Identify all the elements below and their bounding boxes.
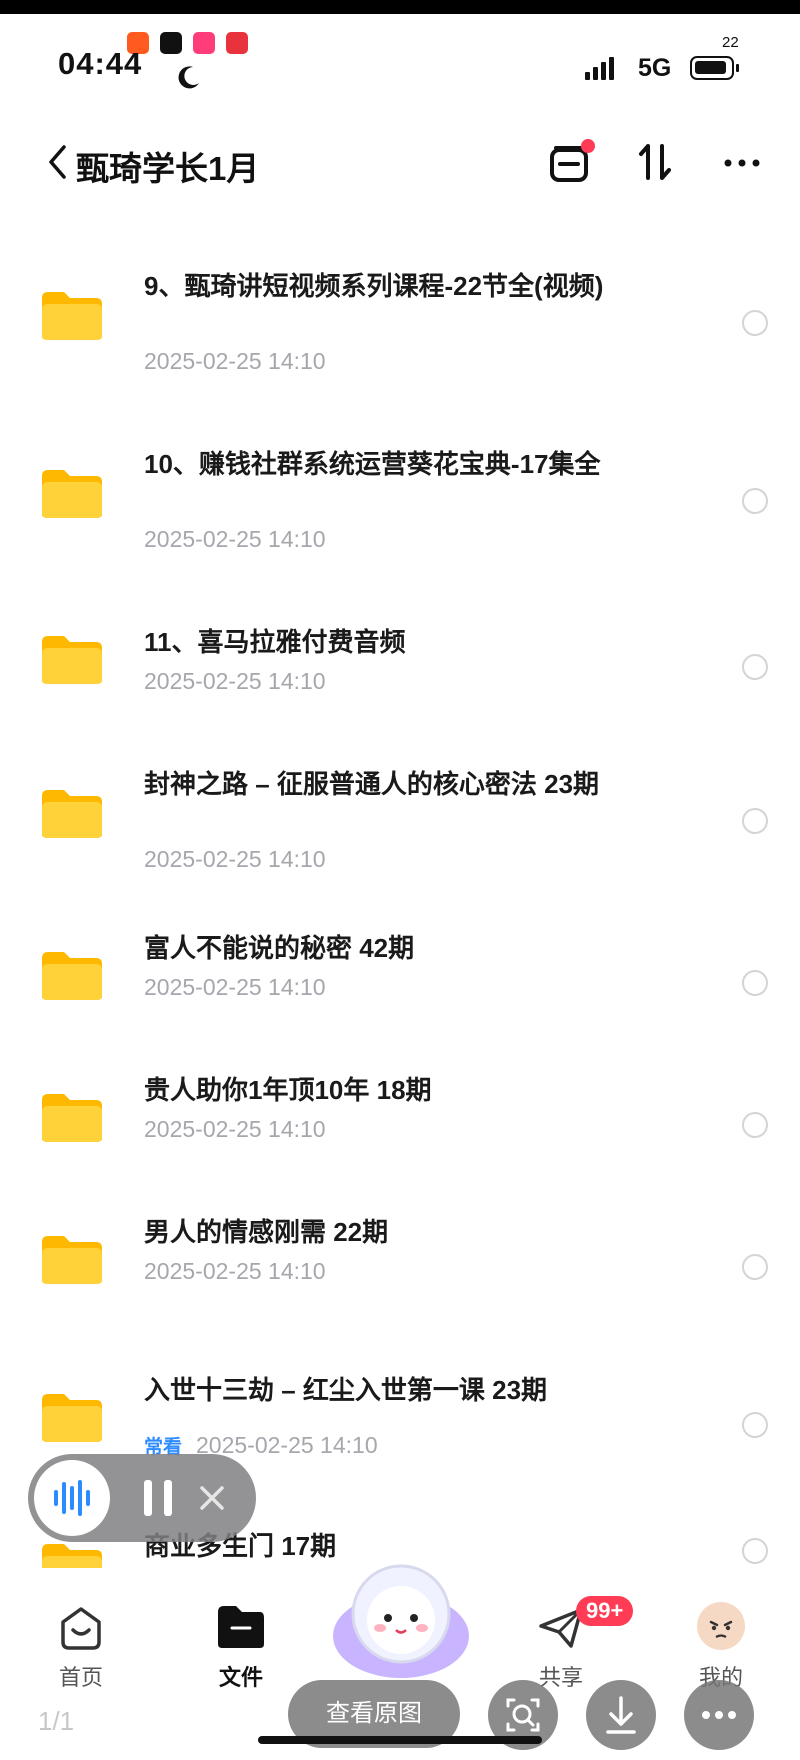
audio-wave-button[interactable] (34, 1460, 110, 1536)
select-radio[interactable] (742, 1412, 768, 1438)
folder-date: 2025-02-25 14:10 (144, 668, 326, 694)
folder-icon (42, 1094, 102, 1142)
folder-date: 2025-02-25 14:10 (144, 1116, 326, 1142)
select-radio[interactable] (742, 1112, 768, 1138)
audio-wave-icon (54, 1480, 90, 1516)
nav-files-label: 文件 (218, 1665, 263, 1690)
page-title: 甄琦学长1月 (76, 150, 260, 187)
home-indicator[interactable] (258, 1736, 542, 1744)
folder-name: 11、喜马拉雅付费音频 (144, 627, 406, 657)
select-radio[interactable] (742, 808, 768, 834)
folder-name: 封神之路 – 征服普通人的核心密法 23期 (144, 769, 600, 799)
select-radio[interactable] (742, 488, 768, 514)
nav-files[interactable]: 文件 (186, 1574, 296, 1690)
select-radio[interactable] (742, 654, 768, 680)
download-icon (606, 1696, 636, 1734)
home-icon (61, 1607, 101, 1650)
select-radio[interactable] (742, 1254, 768, 1280)
signal-icon (585, 54, 614, 80)
avatar (697, 1602, 745, 1650)
app-notification-icon (226, 32, 248, 54)
nav-mine[interactable]: 我的 (666, 1574, 776, 1690)
sort-icon[interactable] (636, 138, 676, 186)
nav-home-label: 首页 (58, 1665, 103, 1690)
folder-name: 10、赚钱社群系统运营葵花宝典-17集全 (144, 449, 601, 479)
folder-icon (42, 952, 102, 1000)
tiktok-notification-icon (160, 32, 182, 54)
status-time: 04:44 (58, 46, 143, 81)
back-arrow-icon[interactable] (46, 144, 68, 180)
network-type: 5G (638, 54, 672, 82)
moon-icon (178, 66, 199, 89)
more-icon (702, 1711, 736, 1719)
app-notification-icon (193, 32, 215, 54)
folder-date: 2025-02-25 14:10 (196, 1432, 378, 1458)
select-radio[interactable] (742, 310, 768, 336)
folder-date: 2025-02-25 14:10 (144, 974, 326, 1000)
more-icon[interactable] (720, 138, 764, 186)
battery-icon (690, 56, 739, 80)
pause-icon[interactable] (138, 1478, 178, 1518)
close-icon[interactable] (196, 1482, 228, 1514)
folder-icon (42, 470, 102, 518)
folder-date: 2025-02-25 14:10 (144, 846, 326, 872)
files-icon (218, 1606, 264, 1648)
folder-name: 男人的情感刚需 22期 (144, 1217, 389, 1247)
mascot-icon (333, 1564, 469, 1678)
folder-name: 9、甄琦讲短视频系列课程-22节全(视频) (144, 271, 604, 301)
folder-date: 2025-02-25 14:10 (144, 526, 326, 552)
folder-icon (42, 790, 102, 838)
folder-name: 富人不能说的秘密 42期 (144, 933, 415, 963)
download-button[interactable] (586, 1680, 656, 1750)
battery-level: 22 (722, 34, 739, 51)
image-counter: 1/1 (38, 1706, 75, 1736)
folder-icon (42, 636, 102, 684)
folder-icon (42, 1544, 102, 1568)
folder-icon (42, 292, 102, 340)
folder-date: 2025-02-25 14:10 (144, 348, 326, 374)
bottom-nav: 首页 文件 共享 我的 (0, 1564, 800, 1694)
folder-icon (42, 1236, 102, 1284)
select-radio[interactable] (742, 970, 768, 996)
transfer-list-icon[interactable] (548, 138, 598, 186)
viewer-more-button[interactable] (684, 1680, 754, 1750)
share-count-badge: 99+ (576, 1596, 634, 1626)
status-bar: 04:44 5G 22 (0, 14, 800, 89)
select-radio[interactable] (742, 1538, 768, 1564)
folder-name: 贵人助你1年顶10年 18期 (144, 1075, 432, 1105)
folder-name: 入世十三劫 – 红尘入世第一课 23期 (144, 1375, 548, 1405)
screen: 04:44 5G 22 甄琦学长1月 9、甄琦讲短视频系列课程-22节全(视频)… (0, 14, 800, 1760)
assistant-mascot-button[interactable] (328, 1558, 474, 1680)
audio-player-pill[interactable] (28, 1454, 256, 1542)
folder-date: 2025-02-25 14:10 (144, 1258, 326, 1284)
folder-icon (42, 1394, 102, 1442)
app-header: 甄琦学长1月 (0, 124, 800, 204)
nav-home[interactable]: 首页 (26, 1574, 136, 1690)
